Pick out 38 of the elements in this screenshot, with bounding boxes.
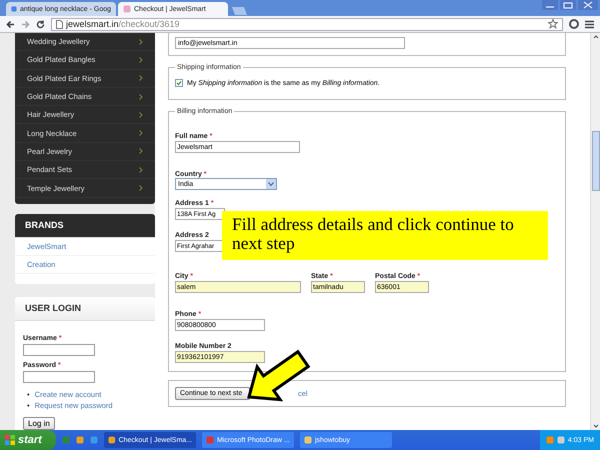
url-text: jewelsmart.in/checkout/3619	[66, 19, 180, 29]
back-icon[interactable]	[6, 20, 15, 28]
login-input[interactable]	[23, 344, 95, 356]
chevron-icon	[139, 130, 143, 136]
chevron-icon	[139, 112, 143, 118]
tab-favicon-icon	[123, 5, 131, 13]
scroll-thumb[interactable]	[592, 131, 600, 191]
reload-icon[interactable]	[36, 20, 45, 28]
start-button[interactable]: start	[0, 430, 56, 450]
app-icon	[304, 436, 312, 444]
app-icon	[108, 436, 116, 444]
address-bar[interactable]: jewelsmart.in/checkout/3619	[51, 18, 563, 30]
tray-icon	[546, 436, 554, 444]
tab-favicon-icon	[11, 5, 17, 13]
checkbox[interactable]	[175, 79, 183, 87]
chevron-icon	[139, 166, 143, 173]
chevron-icon	[139, 56, 143, 63]
windows-logo-icon	[5, 435, 15, 445]
login-input[interactable]	[23, 370, 95, 383]
panel-heading: USER LOGIN	[15, 296, 155, 321]
extension-icon[interactable]	[569, 19, 579, 29]
login-button[interactable]: Log in	[23, 416, 55, 430]
dropdown-arrow-icon	[266, 179, 276, 189]
chevron-icon	[139, 75, 143, 82]
scroll-down-icon[interactable]	[592, 422, 600, 430]
scrollbar[interactable]	[590, 33, 600, 430]
callout-note: Fill address details and click continue to next step	[222, 211, 548, 260]
page-icon	[56, 20, 63, 28]
scroll-up-icon[interactable]	[592, 33, 600, 41]
chevron-icon	[139, 94, 143, 100]
chevron-icon	[139, 185, 143, 192]
panel-heading: BRANDS	[15, 214, 155, 238]
window-controls-icon[interactable]	[540, 0, 600, 12]
app-icon	[206, 436, 214, 444]
chevron-icon	[139, 148, 143, 154]
menu-icon[interactable]	[585, 20, 594, 28]
star-icon[interactable]	[548, 19, 558, 29]
chevron-icon	[139, 38, 143, 45]
